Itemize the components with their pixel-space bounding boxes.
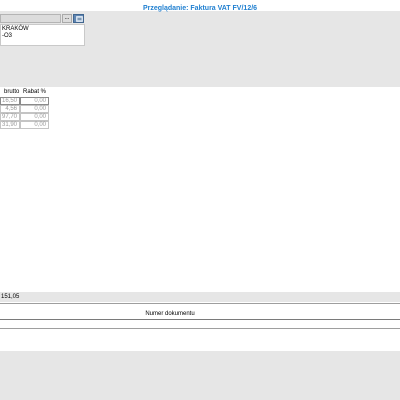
window-title: Przeglądanie: Faktura VAT FV/12/6 — [142, 5, 258, 12]
cell-brutto[interactable]: 97,70 — [0, 113, 20, 121]
contractor-ellipsis-button[interactable]: ... — [62, 14, 72, 23]
column-header-rabat: Rabat % — [23, 89, 47, 95]
contractor-combo-field[interactable] — [0, 14, 61, 23]
address-postcode: -O3 — [2, 33, 13, 39]
browse-icon — [76, 16, 83, 22]
cell-rabat[interactable]: 0,00 — [20, 105, 49, 113]
cell-brutto[interactable]: 4,56 — [0, 105, 20, 113]
address-city: KRAKÓW — [2, 26, 29, 32]
cell-rabat[interactable]: 0,00 — [20, 121, 49, 129]
total-value: 151,05 — [1, 294, 20, 300]
bottom-panel — [0, 351, 400, 400]
column-header-document-number[interactable]: Numer dokumentu — [0, 311, 340, 317]
totals-bar: 151,05 — [0, 292, 400, 302]
cell-brutto[interactable]: 16,50 — [0, 97, 20, 105]
cell-rabat[interactable]: 0,00 — [20, 97, 49, 105]
cell-brutto[interactable]: 31,90 — [0, 121, 20, 129]
items-grid-rows: 16,50 0,00 4,56 0,00 97,70 0,00 31,90 0,… — [0, 97, 50, 129]
documents-table-divider — [0, 319, 400, 320]
contractor-address-box: KRAKÓW -O3 — [0, 24, 85, 46]
documents-table: Numer dokumentu — [0, 303, 400, 329]
contractor-browse-button[interactable] — [73, 14, 84, 23]
items-grid: brutto Rabat % 16,50 0,00 4,56 0,00 97,7… — [0, 87, 400, 292]
column-header-brutto: brutto — [4, 89, 20, 95]
cell-rabat[interactable]: 0,00 — [20, 113, 49, 121]
spacer-area — [0, 329, 400, 351]
